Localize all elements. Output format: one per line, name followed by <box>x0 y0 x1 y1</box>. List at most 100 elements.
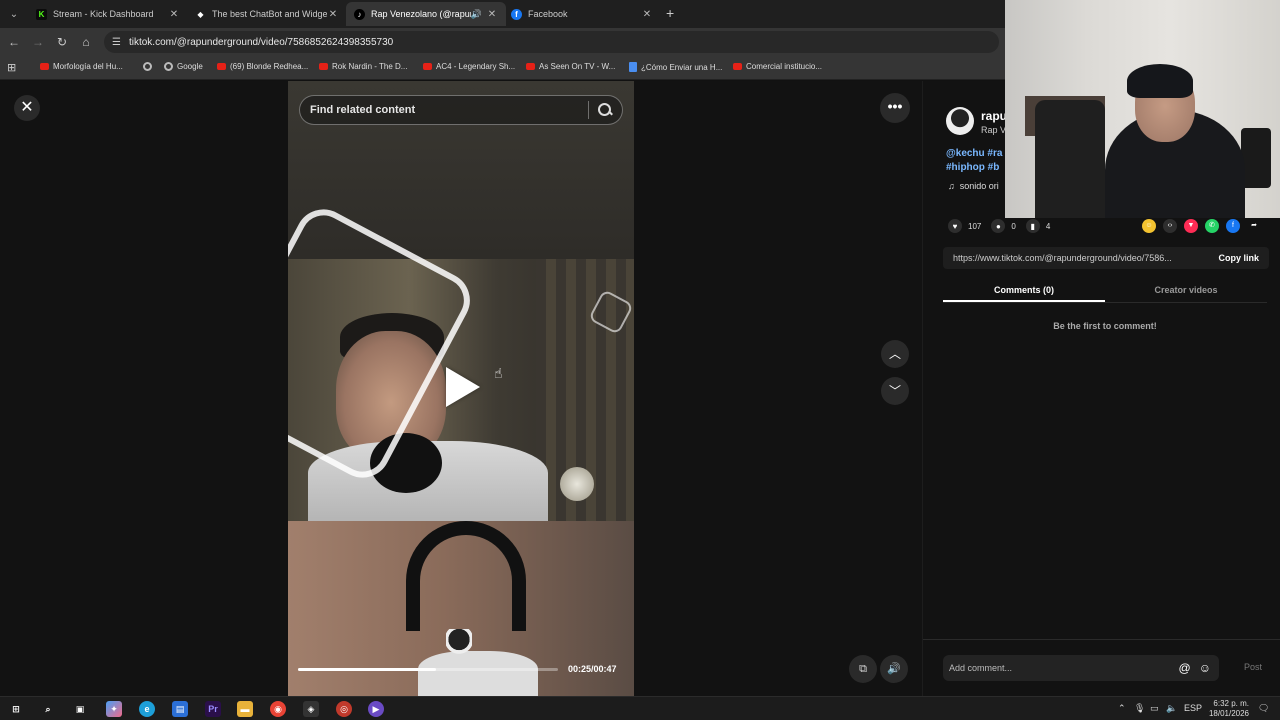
toolbar: ← → ↻ ⌂ ☰ tiktok.com/@rapunderground/vid… <box>0 28 1005 56</box>
post-button[interactable]: Post <box>1244 662 1262 672</box>
comment-input[interactable]: Add comment... @ ☺ <box>943 655 1219 681</box>
youtube-icon <box>217 63 226 70</box>
obs-icon[interactable]: ◎ <box>336 701 352 717</box>
notifications-icon[interactable]: 🗨 <box>1258 703 1269 714</box>
tab-rap-venezolano[interactable]: ♪ Rap Venezolano (@rapund 🔊 ✕ <box>346 2 506 26</box>
share-arrow-icon[interactable]: ➦ <box>1247 219 1261 233</box>
facebook-share-icon[interactable]: f <box>1226 219 1240 233</box>
app-icon[interactable]: ◈ <box>303 701 319 717</box>
next-video-button[interactable]: ﹀ <box>881 377 909 405</box>
picture-in-picture-button[interactable]: ⧉ <box>849 655 877 683</box>
bookmark-item[interactable]: ¿Cómo Enviar una H... <box>629 62 722 72</box>
bookmarks-bar: ⊞ Morfología del Hu... Google (69) Blond… <box>0 56 1005 80</box>
file-explorer-icon[interactable]: ▬ <box>237 701 253 717</box>
speaker-icon[interactable]: 🔊 <box>471 9 482 20</box>
embed-icon[interactable]: ‹› <box>1163 219 1177 233</box>
whatsapp-icon[interactable]: ✆ <box>1205 219 1219 233</box>
youtube-icon <box>423 63 432 70</box>
edge-icon[interactable]: e <box>139 701 155 717</box>
network-icon[interactable]: ▭ <box>1150 703 1159 714</box>
more-options-button[interactable]: ••• <box>880 93 910 123</box>
tab-chatbot[interactable]: ◆ The best ChatBot and Widgets ✕ <box>187 2 347 26</box>
youtube-icon <box>733 63 742 70</box>
tiktok-icon: ♪ <box>354 8 365 20</box>
youtube-icon <box>40 63 49 70</box>
address-bar[interactable]: ☰ tiktok.com/@rapunderground/video/75868… <box>104 31 999 53</box>
bookmark-item[interactable]: Morfología del Hu... <box>40 62 123 71</box>
tab-search-icon[interactable]: ⌄ <box>4 4 24 24</box>
close-tab-icon[interactable]: ✕ <box>327 9 339 20</box>
video-time: 00:25/00:47 <box>568 664 617 674</box>
close-tab-icon[interactable]: ✕ <box>168 9 180 20</box>
bookmark-item[interactable]: AC4 - Legendary Sh... <box>423 62 515 71</box>
webcam-overlay <box>1005 0 1280 218</box>
save-button[interactable]: ▮ 4 <box>1025 219 1050 233</box>
tab-comments[interactable]: Comments (0) <box>943 279 1105 302</box>
emoji-icon[interactable]: ☺ <box>1199 661 1211 675</box>
microphone-icon[interactable]: 🎙 <box>1134 703 1145 714</box>
store-icon[interactable]: ▤ <box>172 701 188 717</box>
author-nickname: Rap V <box>981 125 1007 135</box>
search-icon[interactable]: ⌕ <box>40 701 56 717</box>
windows-taskbar: ⊞ ⌕ ▣ ✦ e ▤ Pr ▬ ◉ ◈ ◎ ▶ ⌃ 🎙 ▭ 🔈 ESP 6:3… <box>0 696 1280 720</box>
share-link-row: https://www.tiktok.com/@rapunderground/v… <box>943 247 1269 269</box>
copilot-icon[interactable]: ✦ <box>106 701 122 717</box>
tab-facebook[interactable]: f Facebook ✕ <box>503 2 661 26</box>
tab-title: The best ChatBot and Widgets <box>212 9 327 19</box>
language-indicator[interactable]: ESP <box>1184 703 1202 713</box>
search-icon[interactable] <box>598 103 612 117</box>
task-view-icon[interactable]: ▣ <box>72 701 88 717</box>
screen: ⌄ K Stream - Kick Dashboard ✕ ◆ The best… <box>0 0 1280 720</box>
comment-button[interactable]: ● 0 <box>991 219 1016 233</box>
tab-kick-dashboard[interactable]: K Stream - Kick Dashboard ✕ <box>28 2 188 26</box>
friends-share-icon[interactable]: ☺ <box>1142 219 1156 233</box>
back-icon[interactable]: ← <box>6 34 22 50</box>
close-tab-icon[interactable]: ✕ <box>486 9 498 20</box>
bookmark-item[interactable]: Comercial institucio... <box>733 62 822 71</box>
youtube-icon <box>319 63 328 70</box>
close-tab-icon[interactable]: ✕ <box>641 9 653 20</box>
google-icon <box>164 62 173 71</box>
apps-grid-icon[interactable]: ⊞ <box>7 61 16 74</box>
send-icon[interactable]: ▼ <box>1184 219 1198 233</box>
copy-link-button[interactable]: Copy link <box>1208 253 1269 263</box>
music-note-icon: ♫ <box>948 181 955 191</box>
volume-icon[interactable]: 🔈 <box>1166 703 1177 714</box>
play-icon[interactable] <box>446 367 480 407</box>
like-button[interactable]: ♥ 107 <box>948 219 981 233</box>
forward-icon[interactable]: → <box>30 34 46 50</box>
hand-cursor-icon: ☝ <box>494 365 503 381</box>
related-content-search[interactable]: Find related content <box>299 95 623 125</box>
bookmark-item[interactable]: Rok Nardin - The D... <box>319 62 407 71</box>
share-link-url[interactable]: https://www.tiktok.com/@rapunderground/v… <box>943 253 1208 263</box>
bookmark-item[interactable]: (69) Blonde Redhea... <box>217 62 308 71</box>
chrome-icon[interactable]: ◉ <box>270 701 286 717</box>
site-info-icon[interactable]: ☰ <box>112 37 121 48</box>
video-progress-bar[interactable] <box>298 668 558 671</box>
windows-start-icon[interactable]: ⊞ <box>8 701 24 717</box>
bookmark-item[interactable]: Google <box>164 62 203 71</box>
premiere-icon[interactable]: Pr <box>205 701 221 717</box>
clock[interactable]: 6:32 p. m. 18/01/2026 <box>1205 699 1249 719</box>
reload-icon[interactable]: ↻ <box>54 34 70 50</box>
home-icon[interactable]: ⌂ <box>78 34 94 50</box>
new-tab-icon[interactable]: + <box>666 5 674 21</box>
sound-link[interactable]: ♫ sonido ori <box>948 181 999 191</box>
bookmark-item[interactable]: As Seen On TV - W... <box>526 62 615 71</box>
close-video-button[interactable]: ✕ <box>14 95 40 121</box>
previous-video-button[interactable]: ︿ <box>881 340 909 368</box>
comment-icon: ● <box>991 219 1006 233</box>
youtube-icon <box>526 63 535 70</box>
heart-icon: ♥ <box>948 219 962 233</box>
media-player-icon[interactable]: ▶ <box>368 701 384 717</box>
author-username[interactable]: rapu <box>981 109 1007 123</box>
engagement-stats: ♥ 107 ● 0 ▮ 4 <box>948 219 1060 233</box>
tab-creator-videos[interactable]: Creator videos <box>1105 279 1267 302</box>
bookmark-item[interactable] <box>143 62 156 71</box>
volume-button[interactable]: 🔊 <box>880 655 908 683</box>
mention-icon[interactable]: @ <box>1179 661 1191 675</box>
tray-chevron-icon[interactable]: ⌃ <box>1118 703 1126 714</box>
bookmark-icon: ▮ <box>1025 219 1040 233</box>
avatar[interactable] <box>946 107 974 135</box>
facebook-icon: f <box>511 8 522 20</box>
